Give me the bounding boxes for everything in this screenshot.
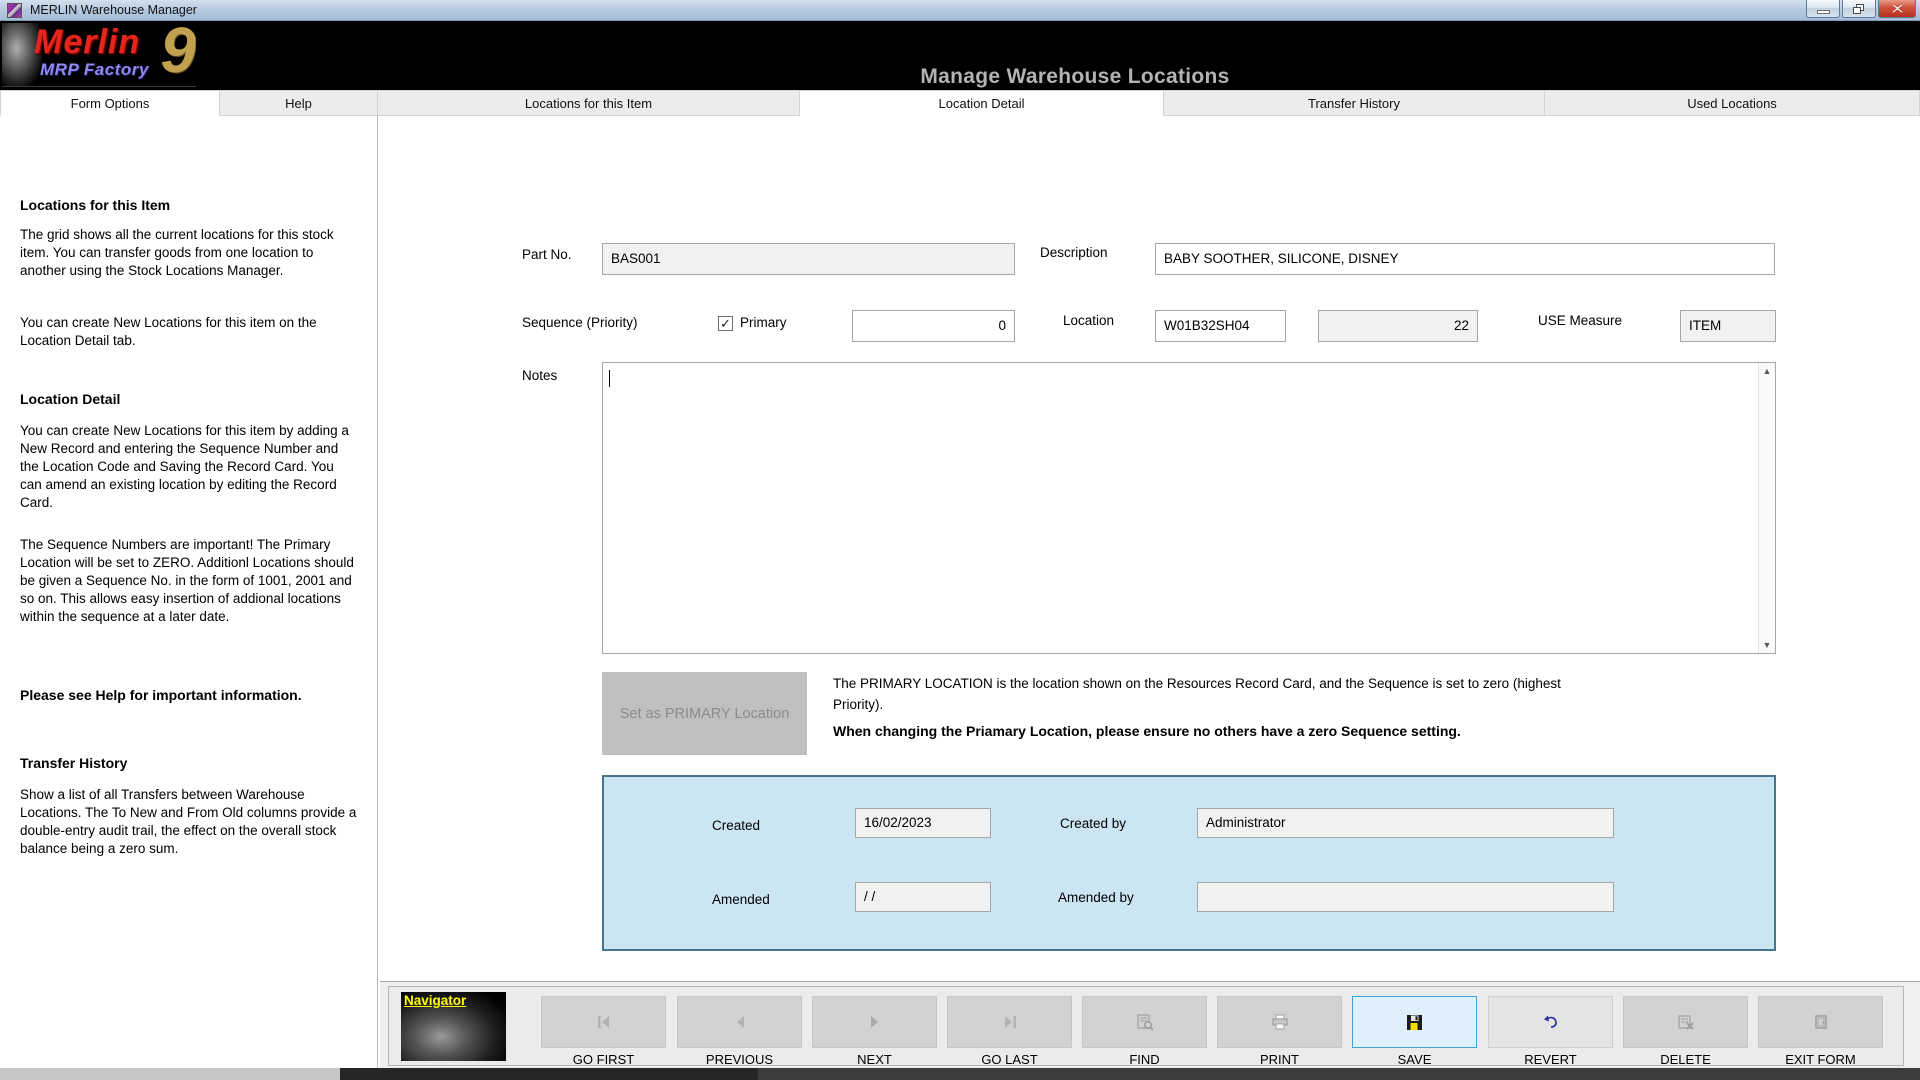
minimize-icon bbox=[1817, 10, 1830, 14]
amended-field: / / bbox=[855, 882, 991, 912]
logo-version: 9 bbox=[160, 23, 196, 87]
titlebar: MERLIN Warehouse Manager bbox=[0, 0, 1920, 21]
restore-icon bbox=[1853, 4, 1865, 14]
text-caret bbox=[609, 370, 610, 387]
tab-help[interactable]: Help bbox=[220, 90, 378, 116]
tab-bar: Form Options Help Locations for this Ite… bbox=[0, 90, 1920, 116]
go-first-icon bbox=[595, 1014, 613, 1030]
created-label: Created bbox=[712, 818, 760, 833]
sidebar-heading-locations: Locations for this Item bbox=[20, 196, 359, 214]
created-by-label: Created by bbox=[1060, 816, 1126, 831]
next-button[interactable]: NEXT bbox=[812, 996, 937, 1067]
sidebar-heading-transfer-history: Transfer History bbox=[20, 754, 359, 772]
primary-checkbox[interactable]: ✓ bbox=[718, 316, 733, 331]
bottom-edge bbox=[0, 1068, 1920, 1080]
amended-label: Amended bbox=[712, 892, 770, 907]
next-icon bbox=[868, 1014, 882, 1030]
primary-info-warning: When changing the Priamary Location, ple… bbox=[833, 721, 1573, 742]
revert-icon bbox=[1542, 1015, 1560, 1030]
close-icon bbox=[1892, 4, 1903, 13]
go-last-icon bbox=[1001, 1014, 1019, 1030]
sidebar-paragraph: You can create New Locations for this it… bbox=[20, 314, 359, 350]
logo-subtitle: MRP Factory bbox=[40, 60, 149, 80]
sidebar-help-note: Please see Help for important informatio… bbox=[20, 686, 359, 704]
exit-form-button[interactable]: EXIT FORM bbox=[1758, 996, 1883, 1067]
window-title: MERLIN Warehouse Manager bbox=[30, 3, 197, 17]
navigator-region: Navigator GO FIRST PREVIOUS NEXT bbox=[380, 981, 1920, 1068]
previous-icon bbox=[733, 1014, 747, 1030]
save-button[interactable]: SAVE bbox=[1352, 996, 1477, 1067]
go-last-button[interactable]: GO LAST bbox=[947, 996, 1072, 1067]
close-button[interactable] bbox=[1878, 0, 1916, 18]
exit-form-icon bbox=[1813, 1014, 1829, 1030]
app-icon bbox=[7, 3, 22, 18]
location-quantity-field: 22 bbox=[1318, 310, 1478, 342]
print-icon bbox=[1271, 1014, 1289, 1030]
set-primary-location-button[interactable]: Set as PRIMARY Location bbox=[602, 672, 807, 755]
amended-by-label: Amended by bbox=[1058, 890, 1134, 905]
find-button[interactable]: FIND bbox=[1082, 996, 1207, 1067]
sequence-field[interactable]: 0 bbox=[852, 310, 1015, 342]
scroll-up-icon[interactable]: ▲ bbox=[1759, 366, 1775, 376]
audit-panel: Created 16/02/2023 Created by Administra… bbox=[602, 775, 1776, 951]
primary-info-text: The PRIMARY LOCATION is the location sho… bbox=[833, 673, 1573, 715]
page-title: Manage Warehouse Locations bbox=[230, 65, 1920, 89]
tab-form-options[interactable]: Form Options bbox=[0, 90, 220, 116]
description-label: Description bbox=[1040, 245, 1108, 260]
notes-label: Notes bbox=[522, 368, 557, 383]
go-first-button[interactable]: GO FIRST bbox=[541, 996, 666, 1067]
tab-transfer-history[interactable]: Transfer History bbox=[1164, 90, 1545, 116]
window-controls bbox=[1806, 0, 1916, 18]
location-label: Location bbox=[1063, 313, 1114, 328]
navigator-image: Navigator bbox=[401, 992, 506, 1061]
merlin-logo: Merlin MRP Factory 9 bbox=[2, 23, 196, 87]
find-icon bbox=[1136, 1014, 1154, 1031]
created-field: 16/02/2023 bbox=[855, 808, 991, 838]
sidebar-paragraph: The Sequence Numbers are important! The … bbox=[20, 536, 359, 626]
navigator-title: Navigator bbox=[404, 993, 466, 1008]
tab-used-locations[interactable]: Used Locations bbox=[1545, 90, 1920, 116]
app-window: MERLIN Warehouse Manager Merlin MRP Fact… bbox=[0, 0, 1920, 1080]
created-by-field: Administrator bbox=[1197, 808, 1614, 838]
location-code-field[interactable]: W01B32SH04 bbox=[1155, 310, 1286, 342]
delete-icon bbox=[1677, 1014, 1695, 1030]
save-icon bbox=[1406, 1014, 1423, 1031]
part-no-label: Part No. bbox=[522, 247, 572, 262]
restore-button[interactable] bbox=[1842, 0, 1876, 18]
scroll-down-icon[interactable]: ▼ bbox=[1759, 640, 1775, 650]
sidebar-heading-location-detail: Location Detail bbox=[20, 390, 359, 408]
header: Merlin MRP Factory 9 Manage Warehouse Lo… bbox=[0, 21, 1920, 90]
delete-button[interactable]: DELETE bbox=[1623, 996, 1748, 1067]
primary-location-info: The PRIMARY LOCATION is the location sho… bbox=[833, 673, 1573, 742]
sidebar-paragraph: Show a list of all Transfers between War… bbox=[20, 786, 359, 858]
part-no-field: BAS001 bbox=[602, 243, 1015, 275]
logo-name: Merlin bbox=[34, 23, 140, 62]
tab-locations-for-this-item[interactable]: Locations for this Item bbox=[378, 90, 800, 116]
notes-scrollbar[interactable]: ▲ ▼ bbox=[1758, 363, 1775, 653]
sidebar-paragraph: You can create New Locations for this it… bbox=[20, 422, 359, 512]
minimize-button[interactable] bbox=[1806, 0, 1840, 18]
description-field[interactable]: BABY SOOTHER, SILICONE, DISNEY bbox=[1155, 243, 1775, 275]
use-measure-field: ITEM bbox=[1680, 310, 1776, 342]
sidebar-paragraph: The grid shows all the current locations… bbox=[20, 226, 359, 280]
notes-field[interactable]: ▲ ▼ bbox=[602, 362, 1776, 654]
revert-button[interactable]: REVERT bbox=[1488, 996, 1613, 1067]
location-detail-panel: Part No. BAS001 Description BABY SOOTHER… bbox=[380, 116, 1920, 981]
previous-button[interactable]: PREVIOUS bbox=[677, 996, 802, 1067]
navigator-bar: Navigator GO FIRST PREVIOUS NEXT bbox=[388, 986, 1904, 1066]
use-measure-label: USE Measure bbox=[1538, 313, 1622, 328]
print-button[interactable]: PRINT bbox=[1217, 996, 1342, 1067]
amended-by-field bbox=[1197, 882, 1614, 912]
sidebar-help-panel: Locations for this Item The grid shows a… bbox=[0, 116, 378, 1068]
tab-location-detail[interactable]: Location Detail bbox=[800, 90, 1164, 116]
primary-checkbox-label: Primary bbox=[740, 315, 787, 330]
sequence-label: Sequence (Priority) bbox=[522, 315, 638, 330]
